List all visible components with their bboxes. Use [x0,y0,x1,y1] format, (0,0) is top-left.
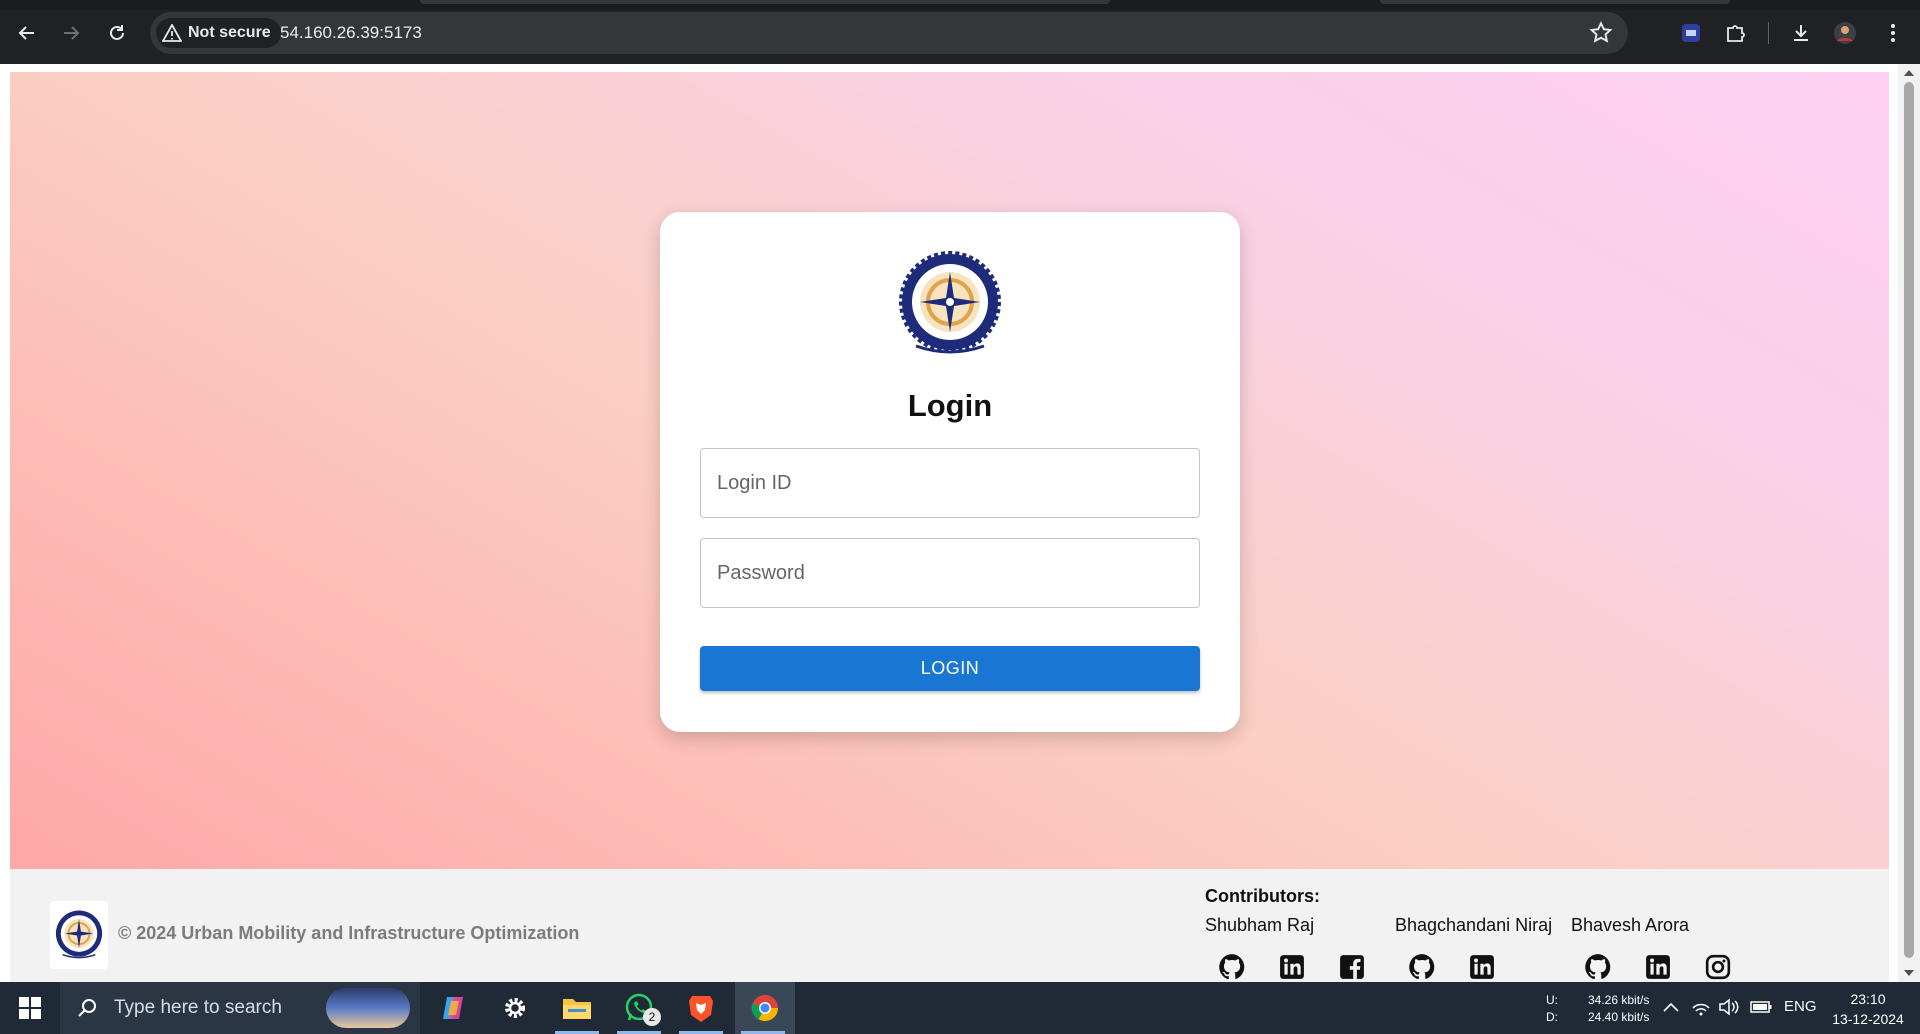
contributors-title: Contributors: [1205,886,1320,906]
extension-badge-icon [1682,24,1700,42]
login-card: Login LOGIN [660,212,1240,732]
linkedin-icon[interactable] [1275,950,1309,984]
github-icon[interactable] [1215,950,1249,984]
institute-logo-icon [899,251,1001,354]
back-button[interactable] [8,14,46,52]
clock-date: 13-12-2024 [1832,1011,1904,1027]
password-field[interactable] [700,538,1200,608]
security-label: Not secure [188,24,271,41]
warning-icon [162,24,182,42]
speaker-icon [1719,998,1739,1016]
menu-button[interactable] [1878,18,1908,48]
back-arrow-icon [18,26,34,40]
settings-app[interactable] [487,982,543,1034]
footer-logo [50,901,108,969]
windows-logo-icon [19,997,41,1019]
show-hidden-icons-button[interactable] [1660,996,1682,1018]
contributor-name: Bhagchandani Niraj [1395,915,1553,935]
contributor-bhavesh: Bhavesh Arora [1571,915,1735,984]
forward-button[interactable] [52,14,90,52]
network-tray[interactable] [1690,996,1712,1018]
system-clock[interactable]: 23:10 13-12-2024 [1828,989,1908,1029]
scroll-down-arrow-icon[interactable] [1904,970,1914,976]
bookmark-star-icon[interactable] [1588,20,1614,46]
search-highlight-image[interactable] [326,988,410,1028]
scroll-up-arrow-icon[interactable] [1904,70,1914,76]
upload-label: U: [1546,993,1558,1007]
taskbar-search[interactable]: Type here to search [60,982,420,1034]
clock-time: 23:10 [1850,991,1886,1007]
page-viewport: Login LOGIN © 2024 Urban Mobility and In… [0,64,1920,982]
search-icon [78,999,96,1017]
download-label: D: [1546,1010,1558,1024]
login-id-field[interactable] [700,448,1200,518]
contributor-niraj: Bhagchandani Niraj [1395,915,1552,984]
reload-icon [110,25,124,40]
chrome-icon [751,995,779,1022]
download-speed: 24.40 kbit/s [1588,1010,1650,1024]
toolbar-divider [1768,22,1769,44]
footer: © 2024 Urban Mobility and Infrastructure… [10,869,1889,982]
institute-logo-icon [55,910,103,959]
start-button[interactable] [0,982,60,1034]
contributor-name: Bhavesh Arora [1571,915,1690,935]
chrome-app[interactable] [735,982,795,1034]
folder-icon [563,999,591,1019]
tab-edge[interactable] [420,0,1110,4]
profile-button[interactable] [1830,18,1860,48]
puzzle-icon [1727,25,1745,42]
login-id-input[interactable] [701,449,1199,517]
brave-app[interactable] [673,982,729,1034]
forward-arrow-icon [64,26,80,40]
hero-background: Login LOGIN [10,72,1889,869]
tab-strip [0,0,1920,10]
facebook-icon[interactable] [1335,950,1369,984]
linkedin-icon[interactable] [1465,950,1499,984]
profile-avatar-icon [1834,22,1856,44]
linkedin-icon[interactable] [1641,950,1675,984]
copyright-text: © 2024 Urban Mobility and Infrastructure… [118,923,580,943]
whatsapp-app[interactable]: 2 [611,982,667,1034]
instagram-icon[interactable] [1701,950,1735,984]
extensions-button[interactable] [1720,18,1750,48]
copilot-icon [443,997,463,1019]
wifi-icon [1692,1003,1710,1016]
browser-toolbar: Not secure 54.160.26.39:5173 [0,0,1920,64]
upload-speed: 34.26 kbit/s [1588,993,1650,1007]
notification-badge: 2 [643,1008,661,1026]
gear-icon [505,998,525,1018]
contributor-shubham: Shubham Raj [1205,915,1369,984]
download-icon [1794,25,1808,41]
url-text[interactable]: 54.160.26.39:5173 [280,23,422,43]
login-button[interactable]: LOGIN [700,646,1200,691]
copilot-app[interactable] [426,982,482,1034]
scrollbar-thumb[interactable] [1904,82,1914,958]
github-icon[interactable] [1405,950,1439,984]
chevron-up-icon [1663,1002,1679,1012]
contributor-name: Shubham Raj [1205,915,1315,935]
extension-icon[interactable] [1676,18,1706,48]
downloads-button[interactable] [1786,18,1816,48]
brave-lion-icon [689,996,713,1022]
more-vert-icon [1891,24,1895,42]
reload-button[interactable] [98,14,136,52]
battery-tray[interactable] [1750,996,1772,1018]
windows-taskbar: Type here to search 2 U: 34.26 kbit/s D:… [0,982,1920,1034]
language-indicator[interactable]: ENG [1784,998,1817,1015]
battery-icon [1750,1001,1772,1013]
file-explorer-app[interactable] [549,982,605,1034]
security-chip[interactable]: Not secure [156,18,281,48]
password-input[interactable] [701,539,1199,607]
search-placeholder: Type here to search [114,997,282,1018]
volume-tray[interactable] [1718,996,1740,1018]
login-title: Login [907,388,993,423]
tab-edge[interactable] [1380,0,1730,4]
github-icon[interactable] [1581,950,1615,984]
address-bar[interactable]: Not secure 54.160.26.39:5173 [150,12,1628,54]
page-scrollbar[interactable] [1898,64,1920,982]
